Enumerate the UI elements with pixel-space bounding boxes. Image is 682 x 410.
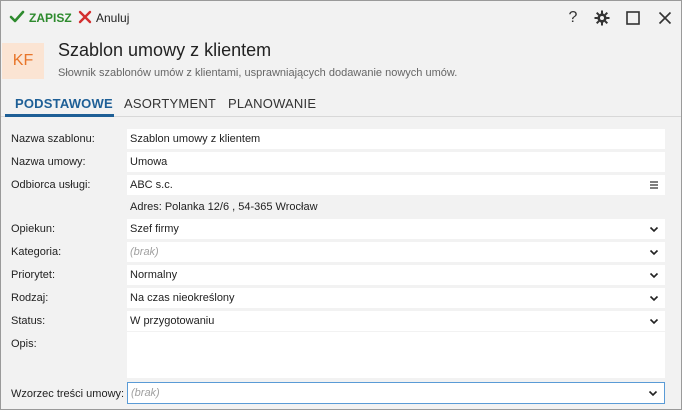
active-tab-indicator bbox=[5, 114, 114, 117]
status-select[interactable]: W przygotowaniu bbox=[127, 311, 665, 331]
contract-name-input[interactable]: Umowa bbox=[127, 152, 665, 172]
priority-value: Normalny bbox=[130, 269, 178, 281]
chevron-down-icon bbox=[646, 313, 662, 329]
avatar: KF bbox=[2, 43, 44, 79]
recipient-value: ABC s.c. bbox=[130, 179, 173, 191]
cross-icon bbox=[78, 10, 92, 27]
help-glyph: ? bbox=[568, 9, 578, 26]
priority-select[interactable]: Normalny bbox=[127, 265, 665, 285]
form: Nazwa szablonu: Szablon umowy z klientem… bbox=[1, 118, 681, 409]
contract-name-value: Umowa bbox=[130, 156, 168, 168]
close-icon[interactable] bbox=[656, 9, 674, 27]
category-select[interactable]: (brak) bbox=[127, 242, 665, 262]
description-label: Opis: bbox=[11, 338, 37, 350]
type-label: Rodzaj: bbox=[11, 292, 49, 304]
guardian-select[interactable]: Szef firmy bbox=[127, 219, 665, 239]
checkmark-icon bbox=[9, 10, 25, 27]
category-label: Kategoria: bbox=[11, 246, 62, 258]
guardian-value: Szef firmy bbox=[130, 223, 179, 235]
recipient-input[interactable]: ABC s.c. bbox=[127, 175, 665, 195]
status-value: W przygotowaniu bbox=[130, 315, 215, 327]
contract-name-label: Nazwa umowy: bbox=[11, 156, 86, 168]
chevron-down-icon bbox=[645, 385, 661, 401]
category-placeholder: (brak) bbox=[130, 246, 159, 258]
recipient-address: Adres: Polanka 12/6 , 54-365 Wrocław bbox=[130, 201, 318, 213]
guardian-label: Opiekun: bbox=[11, 223, 56, 235]
cancel-button[interactable]: Anuluj bbox=[78, 10, 129, 26]
content-template-placeholder: (brak) bbox=[131, 387, 160, 399]
template-name-input[interactable]: Szablon umowy z klientem bbox=[127, 129, 665, 149]
cancel-label: Anuluj bbox=[96, 11, 130, 25]
content-template-label: Wzorzec treści umowy: bbox=[11, 388, 125, 400]
page-subtitle: Słownik szablonów umów z klientami, uspr… bbox=[58, 67, 458, 79]
tab-bar: PODSTAWOWE ASORTYMENT PLANOWANIE bbox=[1, 89, 681, 117]
help-icon[interactable]: ? bbox=[564, 9, 582, 27]
recipient-label: Odbiorca usługi: bbox=[11, 179, 91, 191]
description-textarea[interactable] bbox=[127, 332, 665, 378]
page-header: KF Szablon umowy z klientem Słownik szab… bbox=[1, 35, 681, 89]
tab-podstawowe[interactable]: PODSTAWOWE bbox=[15, 96, 113, 111]
chevron-down-icon bbox=[646, 221, 662, 237]
page-title: Szablon umowy z klientem bbox=[58, 40, 272, 60]
save-label: ZAPISZ bbox=[29, 11, 72, 25]
chevron-down-icon bbox=[646, 267, 662, 283]
template-name-value: Szablon umowy z klientem bbox=[130, 133, 261, 145]
priority-label: Priorytet: bbox=[11, 269, 56, 281]
tab-asortyment[interactable]: ASORTYMENT bbox=[124, 96, 216, 111]
save-button[interactable]: ZAPISZ bbox=[9, 10, 72, 26]
window: ZAPISZ Anuluj ? KF Szablon umowy z klien… bbox=[0, 0, 682, 410]
content-template-select[interactable]: (brak) bbox=[127, 382, 665, 404]
type-value: Na czas nieokreślony bbox=[130, 292, 235, 304]
menu-icon[interactable] bbox=[646, 177, 662, 193]
toolbar: ZAPISZ Anuluj ? bbox=[1, 1, 681, 35]
chevron-down-icon bbox=[646, 290, 662, 306]
gear-icon[interactable] bbox=[593, 9, 611, 27]
maximize-icon[interactable] bbox=[624, 9, 642, 27]
tab-planowanie[interactable]: PLANOWANIE bbox=[228, 96, 316, 111]
status-label: Status: bbox=[11, 315, 46, 327]
template-name-label: Nazwa szablonu: bbox=[11, 133, 95, 145]
type-select[interactable]: Na czas nieokreślony bbox=[127, 288, 665, 308]
chevron-down-icon bbox=[646, 244, 662, 260]
